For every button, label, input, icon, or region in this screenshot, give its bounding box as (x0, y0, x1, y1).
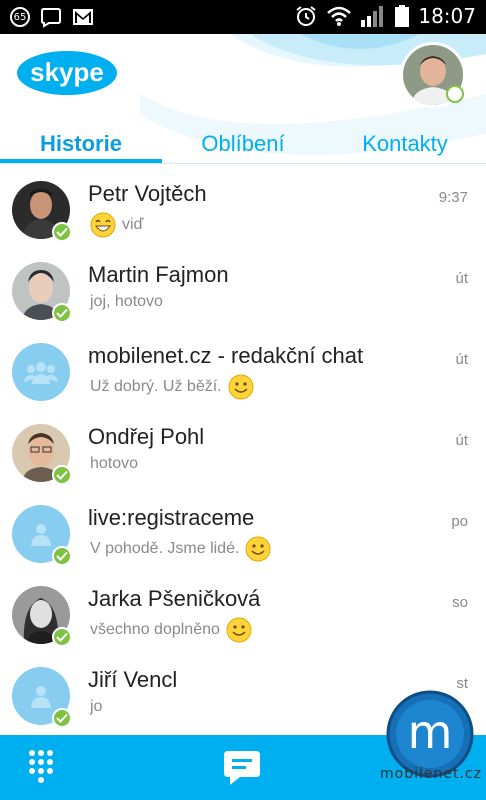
svg-text:skype: skype (30, 57, 104, 87)
message-preview: V pohodě. Jsme lidé. (90, 536, 271, 562)
message-preview: Už dobrý. Už běží. (90, 374, 254, 400)
message-preview: jo (90, 698, 102, 716)
status-bar-right: 18:07 (294, 4, 476, 28)
skype-logo: skype (17, 51, 117, 95)
conversation-row[interactable]: Ondřej Pohl hotovo út (0, 410, 486, 491)
contact-name: Jiří Vencl (88, 667, 178, 692)
message-preview-text: hotovo (90, 455, 139, 472)
message-time: út (455, 351, 468, 368)
contact-name: mobilenet.cz - redakční chat (88, 343, 364, 368)
conversation-row[interactable]: mobilenet.cz - redakční chat Už dobrý. U… (0, 329, 486, 410)
contact-name: live:registraceme (88, 505, 255, 530)
alarm-icon (296, 6, 316, 26)
contact-name: Ondřej Pohl (88, 424, 205, 449)
online-status-icon (52, 303, 72, 323)
smile-emoji-icon (228, 374, 254, 400)
online-status-icon (52, 546, 72, 566)
online-status-icon (52, 222, 72, 242)
status-time: 18:07 (418, 4, 476, 28)
message-preview-text: jo (90, 698, 103, 715)
message-preview: všechno doplněno (90, 617, 252, 643)
grin-emoji-icon (90, 212, 116, 238)
message-preview-text: všechno doplněno (90, 621, 220, 638)
message-preview: joj, hotovo (90, 293, 163, 311)
message-preview-text: V pohodě. Jsme lidé. (90, 540, 240, 557)
message-time: po (451, 513, 468, 530)
smile-emoji-icon (226, 617, 252, 643)
message-time: út (455, 432, 468, 449)
svg-text:m: m (408, 705, 453, 759)
contact-name: Jarka Pšeničková (88, 586, 261, 611)
person-icon (31, 524, 51, 546)
status-bar-left: 65 (10, 6, 94, 28)
tab-divider (0, 163, 486, 164)
group-icon (24, 362, 58, 384)
status-bar: 65 18:07 (0, 0, 486, 34)
message-time: so (452, 594, 468, 611)
mobilenet-watermark-logo: m (386, 690, 474, 778)
watermark-text: mobilenet.cz (380, 766, 482, 782)
message-preview-text: joj, hotovo (90, 293, 163, 310)
battery-icon (395, 5, 410, 27)
signal-icon (361, 6, 384, 27)
chat-icon[interactable] (222, 749, 262, 787)
smile-emoji-icon (245, 536, 271, 562)
online-status-icon (52, 708, 72, 728)
chat-bubble-icon (41, 8, 61, 28)
message-time: 9:37 (438, 189, 468, 206)
conversation-row[interactable]: live:registraceme V pohodě. Jsme lidé. p… (0, 491, 486, 572)
message-time: út (455, 270, 468, 287)
message-preview-text: viď (122, 216, 144, 233)
contact-name: Petr Vojtěch (88, 181, 207, 206)
person-icon (31, 686, 51, 708)
notification-badge: 65 (10, 7, 30, 27)
my-status-indicator (446, 85, 464, 103)
gmail-icon (73, 9, 93, 25)
group-avatar (12, 343, 70, 401)
online-status-icon (52, 627, 72, 647)
wifi-icon (327, 6, 352, 26)
tab-kontakty[interactable]: Kontakty (324, 122, 486, 166)
dialpad-icon[interactable] (28, 749, 54, 783)
app-header: skype Historie Oblíbení Kontakty (0, 34, 486, 166)
conversation-row[interactable]: Jarka Pšeničková všechno doplněno so (0, 572, 486, 653)
message-preview-text: Už dobrý. Už běží. (90, 378, 222, 395)
message-preview: hotovo (90, 455, 138, 473)
conversation-row[interactable]: Martin Fajmon joj, hotovo út (0, 248, 486, 329)
conversation-row[interactable]: Petr Vojtěch viď 9:37 (0, 167, 486, 248)
tab-oblibeni[interactable]: Oblíbení (162, 122, 324, 166)
message-preview: viď (90, 212, 143, 238)
online-status-icon (52, 465, 72, 485)
contact-name: Martin Fajmon (88, 262, 229, 287)
